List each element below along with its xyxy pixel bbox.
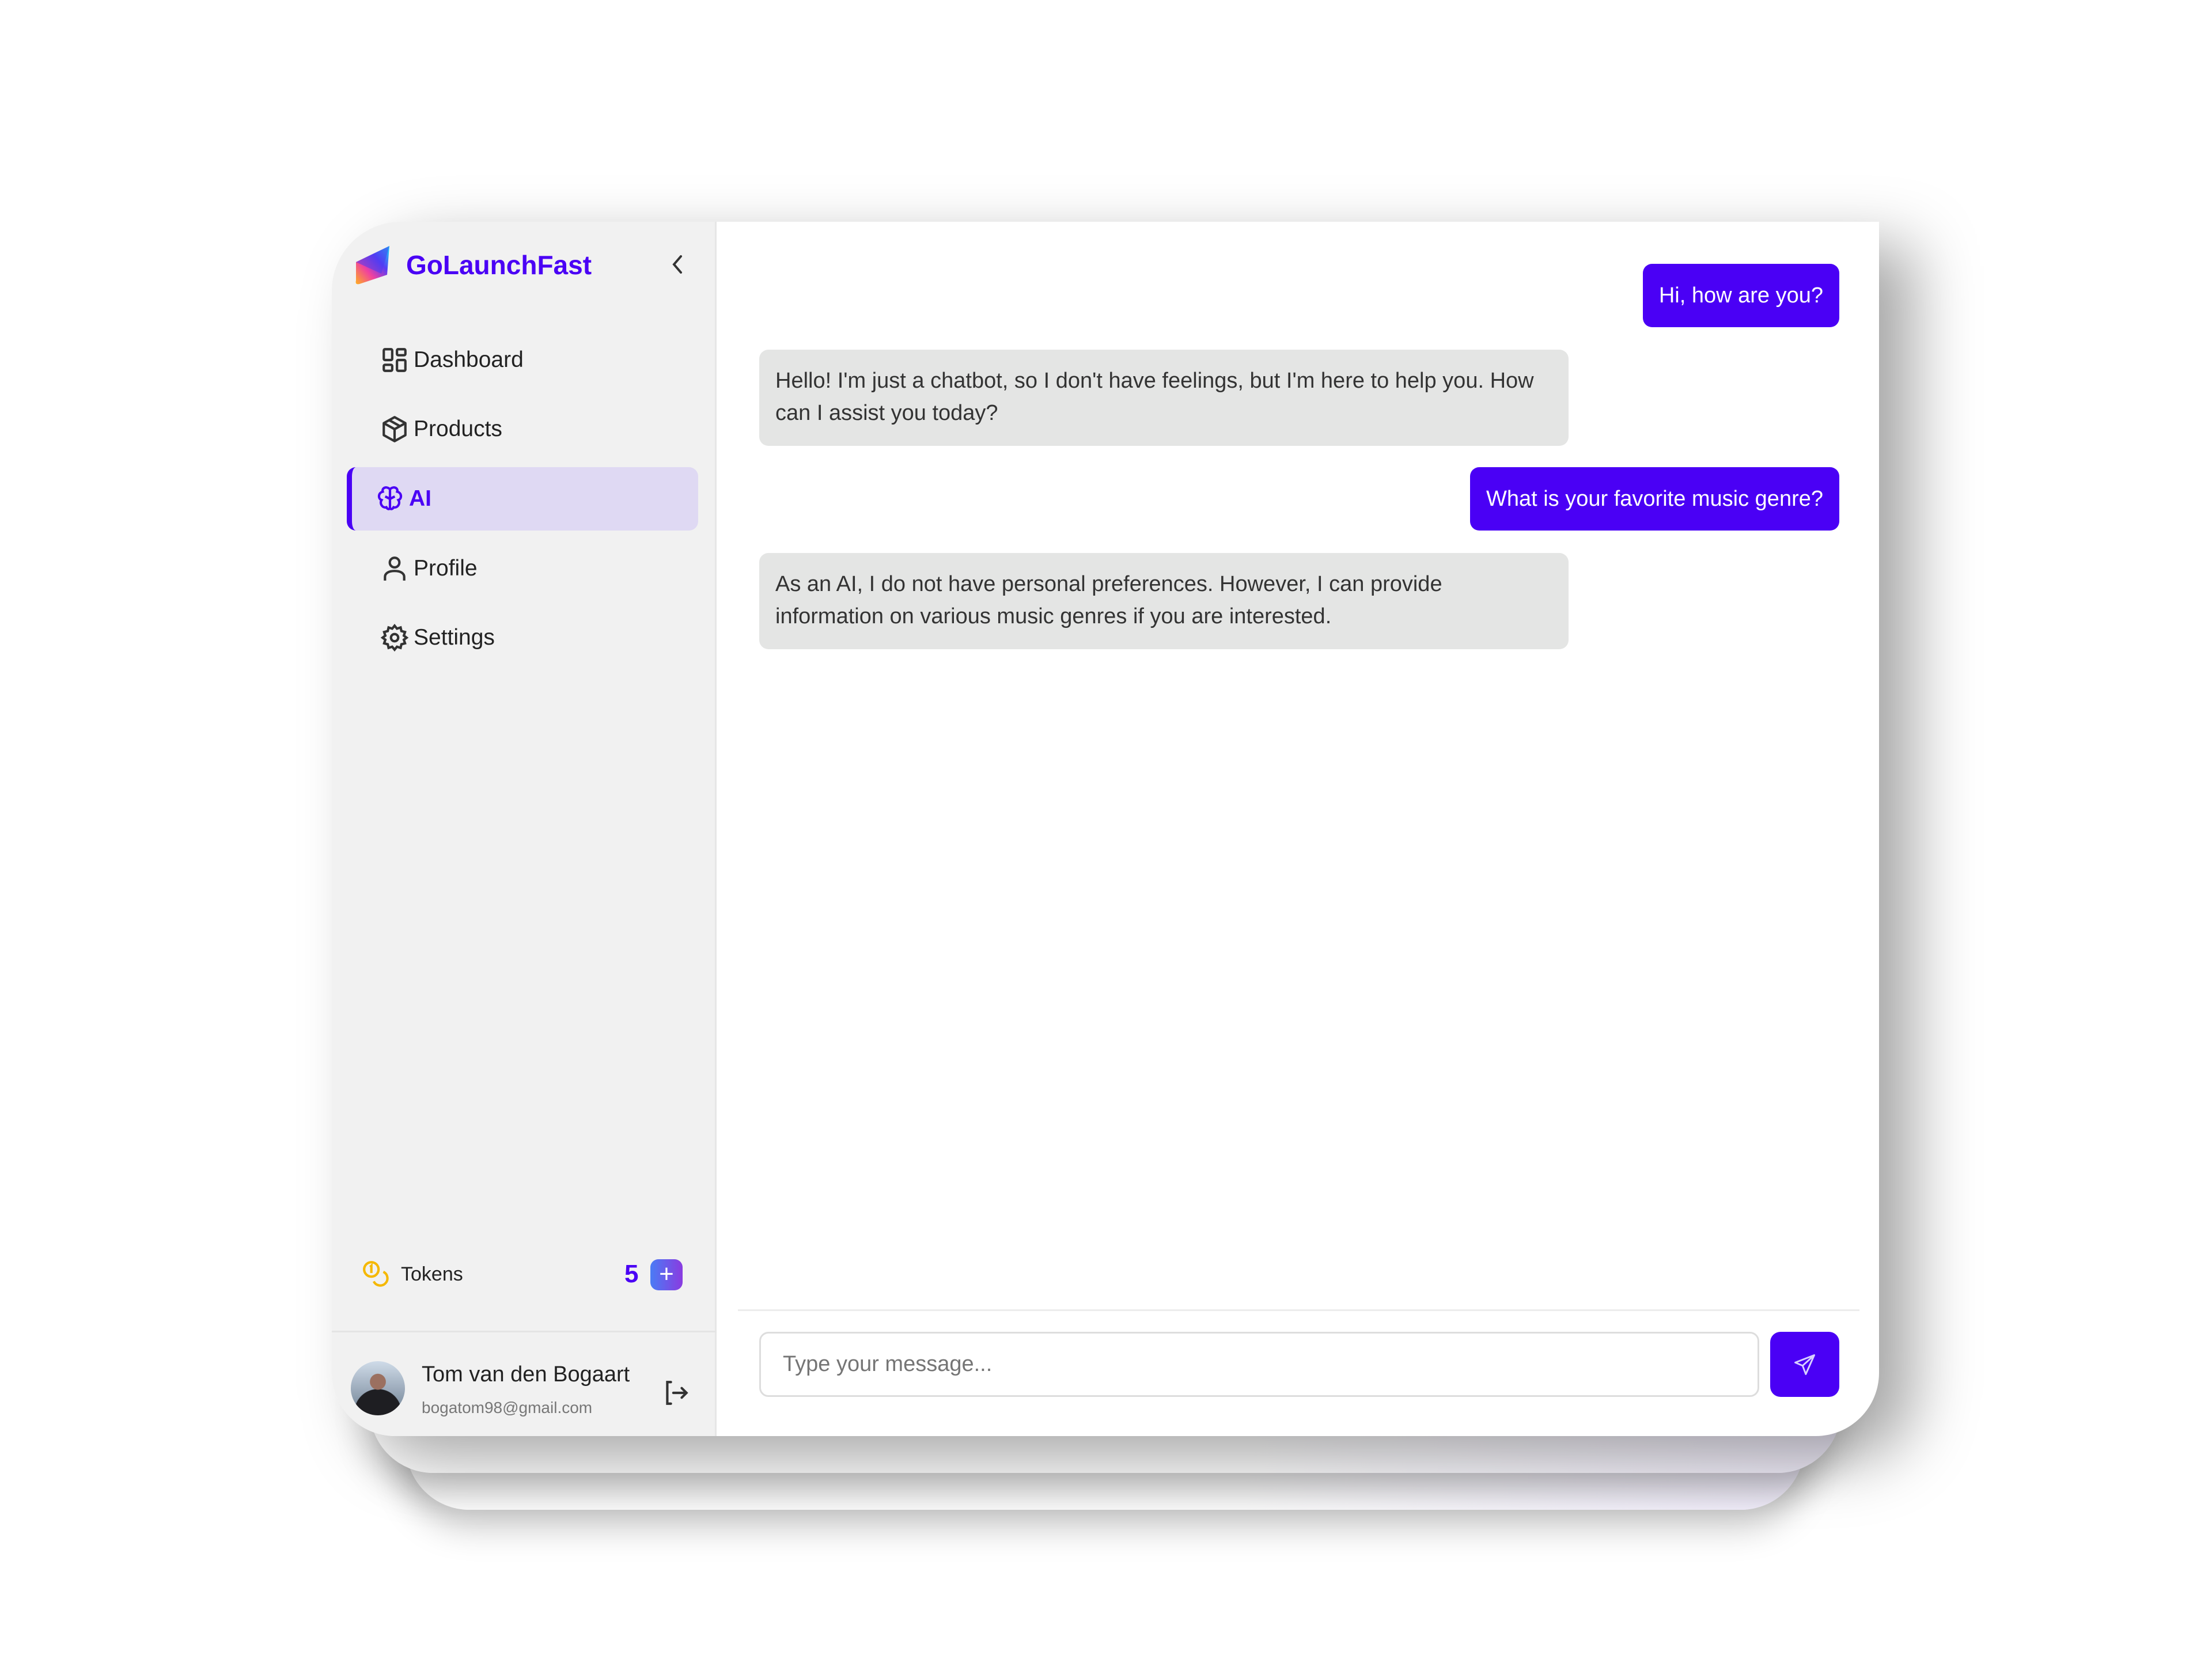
send-icon [1794, 1354, 1815, 1375]
sidebar-item-profile[interactable]: Profile [347, 537, 698, 600]
gear-icon [380, 623, 409, 652]
sidebar-item-label: Profile [414, 556, 478, 581]
sidebar: GoLaunchFast Dashboard Products AI Profi… [332, 222, 717, 1436]
send-button[interactable] [1770, 1332, 1839, 1397]
sidebar-item-ai[interactable]: AI [347, 467, 698, 531]
tokens-label: Tokens [401, 1263, 463, 1285]
add-tokens-button[interactable]: + [650, 1259, 683, 1290]
sidebar-item-products[interactable]: Products [347, 397, 698, 461]
logout-icon[interactable] [661, 1378, 690, 1407]
collapse-sidebar-chevron-icon[interactable] [667, 252, 688, 277]
sidebar-item-label: Products [414, 416, 502, 441]
box-icon [382, 416, 407, 442]
tokens-row: Tokens 5 + [332, 1239, 717, 1308]
chat-message-assistant: As an AI, I do not have personal prefere… [759, 553, 1569, 649]
sidebar-item-label: Dashboard [414, 347, 524, 372]
user-name: Tom van den Bogaart [422, 1362, 630, 1387]
brain-icon [377, 486, 403, 510]
logo-icon [355, 246, 389, 285]
message-input[interactable] [759, 1332, 1759, 1397]
sidebar-item-settings[interactable]: Settings [347, 606, 698, 669]
coins-icon [363, 1261, 389, 1287]
sidebar-item-label: Settings [414, 625, 495, 650]
chat-message-user: What is your favorite music genre? [1469, 467, 1839, 531]
divider [738, 1309, 1859, 1311]
user-panel: Tom van den Bogaart bogatom98@gmail.com [332, 1331, 717, 1436]
app-window: GoLaunchFast Dashboard Products AI Profi… [332, 222, 1879, 1436]
chat-message-user: Hi, how are you? [1642, 264, 1839, 327]
sidebar-item-label: AI [409, 486, 431, 511]
dashboard-grid-icon [382, 348, 407, 372]
avatar[interactable] [351, 1361, 405, 1415]
user-icon [384, 556, 406, 581]
chat-message-assistant: Hello! I'm just a chatbot, so I don't ha… [759, 350, 1569, 446]
tokens-count: 5 [624, 1260, 639, 1288]
user-email: bogatom98@gmail.com [422, 1399, 593, 1416]
brand-name[interactable]: GoLaunchFast [406, 249, 592, 281]
sidebar-item-dashboard[interactable]: Dashboard [347, 328, 698, 392]
